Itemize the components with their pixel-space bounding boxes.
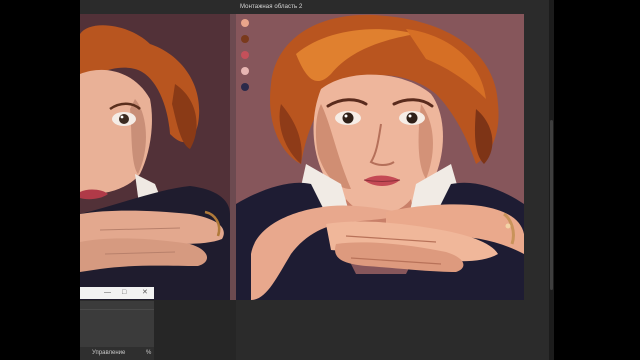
minimize-icon[interactable]: — <box>104 289 111 297</box>
swatch-hair-brown[interactable] <box>241 35 249 43</box>
control-panel-bar: Управление % <box>80 347 154 360</box>
swatch-pink-highlight[interactable] <box>241 67 249 75</box>
mini-window-titlebar: — □ ✕ <box>80 287 154 299</box>
control-panel-label[interactable]: Управление <box>92 350 125 356</box>
vertical-scrollbar-thumb[interactable] <box>550 120 553 290</box>
layers-panel <box>80 301 154 347</box>
control-panel-percent[interactable]: % <box>146 350 151 356</box>
close-icon[interactable]: ✕ <box>142 289 148 297</box>
swatch-navy[interactable] <box>241 83 249 91</box>
swatch-palette <box>241 19 251 99</box>
reference-photo <box>80 14 230 300</box>
swatch-lip-red[interactable] <box>241 51 249 59</box>
illustrator-workspace: Монтажная область 2 — □ ✕ Управление % <box>80 0 554 360</box>
canvas-pasteboard <box>154 300 236 360</box>
letterbox-right <box>554 0 640 360</box>
letterbox-left <box>0 0 80 360</box>
swatch-skin-light[interactable] <box>241 19 249 27</box>
maximize-icon[interactable]: □ <box>122 289 126 297</box>
illustration-artwork <box>236 14 524 300</box>
artboard-canvas[interactable] <box>236 14 524 300</box>
artboard-title[interactable]: Монтажная область 2 <box>240 4 302 10</box>
reference-photo-image <box>80 14 230 300</box>
panel-divider <box>80 309 154 310</box>
